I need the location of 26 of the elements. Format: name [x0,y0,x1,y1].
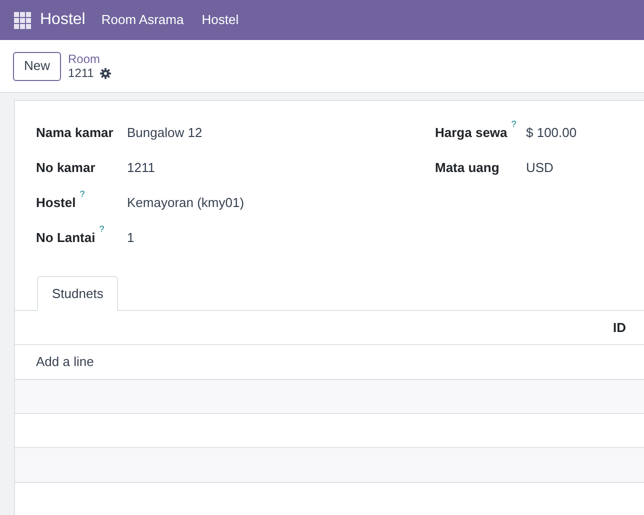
apps-grid-icon[interactable] [14,12,31,28]
field-value[interactable]: Kemayoran (kmy01) [127,193,244,212]
record-name: 1211 [68,66,94,80]
menu-item[interactable]: Room Asrama [101,10,184,30]
menu-item[interactable]: Hostel [202,10,239,30]
field-value[interactable]: $ 100.00 [526,123,577,142]
add-line-link[interactable]: Add a line [36,352,94,372]
field-label: Mata uang [435,159,500,177]
field-value[interactable]: Bungalow 12 [127,123,202,142]
breadcrumb-link[interactable]: Room [68,52,111,66]
new-button[interactable]: New [13,52,62,80]
field-value[interactable]: 1 [127,228,134,248]
gear-icon[interactable] [100,68,111,78]
field-label: Hostel [36,194,76,212]
help-mark[interactable]: ? [99,224,104,234]
column-header[interactable]: ID [613,318,626,338]
field-label: No Lantai [36,229,96,247]
field-value[interactable]: 1211 [127,158,155,178]
field-label: Harga sewa [435,124,508,142]
tab[interactable]: Studnets [37,276,118,311]
field-label: Nama kamar [36,124,114,142]
app-name-link[interactable]: Hostel [40,8,86,32]
help-mark[interactable]: ? [80,189,85,199]
help-mark[interactable]: ? [511,119,516,129]
field-value[interactable]: USD [526,158,554,178]
field-label: No kamar [36,159,96,177]
